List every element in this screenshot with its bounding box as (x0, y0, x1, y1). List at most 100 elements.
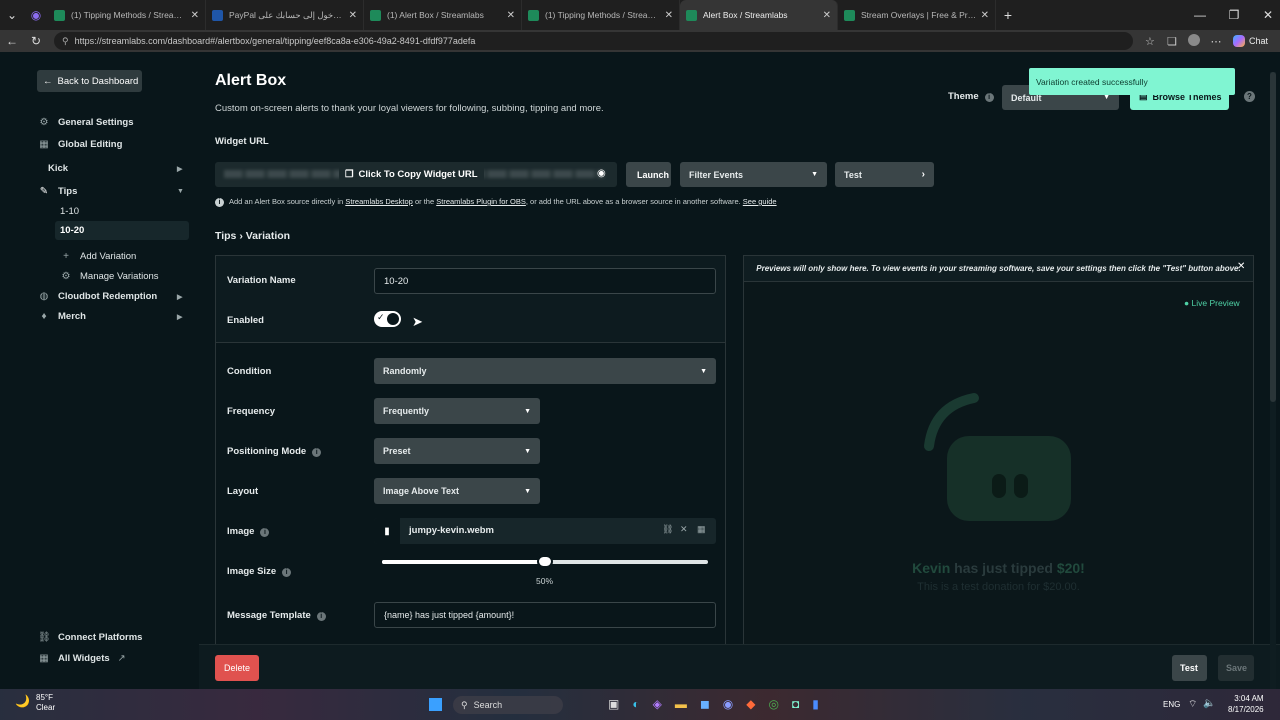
maximize-icon[interactable]: ❐ (1222, 8, 1246, 22)
widget-help-text: i Add an Alert Box source directly in Str… (215, 197, 777, 207)
task-view-icon[interactable]: ▣ (608, 697, 619, 711)
copilot-icon[interactable]: ◈ (653, 697, 662, 711)
link-icon[interactable]: ⛓ (662, 524, 673, 535)
back-to-dashboard-button[interactable]: ← Back to Dashboard (37, 70, 142, 92)
gallery-icon[interactable]: ▦ (697, 524, 706, 535)
close-tab-icon[interactable]: ✕ (981, 10, 989, 21)
sidebar-item-cloudbot[interactable]: ◍ Cloudbot Redemption ▶ (38, 291, 183, 302)
layout-select[interactable]: Image Above Text ▼ (374, 478, 540, 504)
brave-icon[interactable]: ◆ (746, 697, 755, 711)
taskbar-search[interactable]: ⚲ Search (453, 696, 563, 714)
browser-tab[interactable]: Stream Overlays | Free & Premium✕ (838, 0, 996, 30)
close-tab-icon[interactable]: ✕ (191, 10, 199, 21)
frequency-select[interactable]: Frequently ▼ (374, 398, 540, 424)
copilot-icon (1232, 35, 1245, 47)
remove-icon[interactable]: ✕ (680, 524, 688, 535)
image-size-slider[interactable] (382, 555, 708, 568)
browser-tab[interactable]: (1) Tipping Methods / Streamlabs ✕ (522, 0, 680, 30)
save-button[interactable]: Save (1218, 655, 1254, 681)
facebook-icon[interactable]: ▮ (812, 697, 819, 711)
frequency-label: Frequency (227, 406, 276, 417)
new-tab-icon[interactable]: + (996, 7, 1020, 23)
file-explorer-icon[interactable]: ▬ (675, 697, 687, 711)
windows-start-icon[interactable] (429, 698, 442, 711)
store-icon[interactable]: ◼ (700, 697, 710, 711)
sidebar-variation-1-10[interactable]: 1-10 (60, 206, 79, 217)
close-window-icon[interactable]: ✕ (1256, 8, 1280, 22)
collections-icon[interactable]: ❏ (1161, 35, 1183, 48)
connect-platforms-link[interactable]: ⛓ Connect Platforms (38, 632, 142, 643)
filter-events-select[interactable]: Filter Events ▼ (680, 162, 827, 187)
close-tab-icon[interactable]: ✕ (507, 10, 515, 21)
taskbar-apps: ▣ ◐ ◈ ▬ ◼ ◉ ◆ ◎ ◘ ▮ (608, 697, 819, 711)
edge-icon[interactable]: ◐ (632, 697, 639, 711)
file-icon[interactable]: ▮ (374, 518, 400, 544)
refresh-icon[interactable]: ↻ (24, 34, 48, 48)
positioning-mode-select[interactable]: Preset ▼ (374, 438, 540, 464)
tab-actions-icon[interactable]: ⌄ (0, 8, 24, 22)
see-guide-link[interactable]: See guide (743, 197, 777, 206)
grid-icon: ▦ (39, 139, 49, 150)
more-icon[interactable]: ⋯ (1205, 35, 1227, 48)
weather-widget[interactable]: 85°F Clear (36, 693, 55, 713)
browser-tab[interactable]: PayPal سجّل الدخول إلى حسابك على✕ (206, 0, 364, 30)
site-info-icon[interactable]: ⚲ (62, 36, 69, 47)
volume-icon[interactable]: 🔈 (1203, 698, 1215, 711)
streamlabs-icon[interactable]: ◘ (792, 697, 799, 711)
clock[interactable]: 3:04 AM 8/17/2026 (1228, 693, 1264, 715)
theme-label: Theme i (948, 91, 994, 102)
browser-tab[interactable]: (1) Alert Box / Streamlabs ✕ (364, 0, 522, 30)
browser-tab-active[interactable]: Alert Box / Streamlabs ✕ (680, 0, 838, 30)
variation-name-input[interactable]: 10-20 (374, 268, 716, 294)
chrome-icon[interactable]: ◎ (769, 697, 779, 711)
close-tab-icon[interactable]: ✕ (349, 10, 357, 21)
tab-favicon-icon (844, 9, 855, 21)
browser-tab[interactable]: (1) Tipping Methods / Streamlabs ✕ (48, 0, 206, 30)
all-widgets-link[interactable]: ▦ All Widgets ↗ (38, 653, 125, 664)
scrollbar-thumb[interactable] (1270, 72, 1276, 402)
test-button[interactable]: Test › (835, 162, 934, 187)
minimize-icon[interactable]: — (1188, 8, 1212, 22)
favorite-star-icon[interactable]: ☆ (1139, 35, 1161, 48)
delete-button[interactable]: Delete (215, 655, 259, 681)
tab-favicon-icon (212, 9, 223, 21)
copy-widget-url-button[interactable]: ❐ Click To Copy Widget URL (339, 162, 484, 187)
close-tab-icon[interactable]: ✕ (665, 10, 673, 21)
close-tab-icon[interactable]: ✕ (823, 10, 831, 21)
sidebar-item-global-editing[interactable]: ▦ Global Editing (38, 139, 122, 150)
discord-icon[interactable]: ◉ (723, 697, 733, 711)
scrollbar[interactable] (1270, 72, 1276, 692)
wifi-icon[interactable]: ⌔ (1188, 698, 1197, 711)
language-indicator[interactable]: ENG (1163, 700, 1180, 709)
sidebar-item-kick[interactable]: Kick ▶ (48, 163, 182, 174)
breadcrumb-tips[interactable]: Tips (215, 230, 236, 242)
workspace-icon[interactable]: ◉ (24, 8, 48, 22)
back-icon[interactable]: ← (0, 34, 24, 48)
sidebar-item-merch[interactable]: ♦ Merch ▶ (38, 311, 182, 322)
image-label: Image i (227, 526, 270, 537)
add-variation-button[interactable]: + Add Variation (60, 251, 136, 262)
widget-url-field[interactable]: ❐ Click To Copy Widget URL ◉ (215, 162, 617, 187)
test-footer-button[interactable]: Test (1172, 655, 1207, 681)
message-template-input[interactable]: {name} has just tipped {amount}! (374, 602, 716, 628)
manage-variations-button[interactable]: ⚙ Manage Variations (60, 271, 159, 282)
streamlabs-desktop-link[interactable]: Streamlabs Desktop (345, 197, 413, 206)
help-icon[interactable]: ? (1244, 91, 1255, 102)
close-icon[interactable]: ✕ (1237, 261, 1245, 272)
sidebar-item-general-settings[interactable]: ⚙ General Settings (38, 117, 134, 128)
enabled-toggle[interactable]: ✓ (374, 311, 401, 327)
copilot-chat-button[interactable]: Chat (1232, 35, 1268, 47)
eye-icon[interactable]: ◉ (597, 168, 606, 179)
sidebar-item-tips[interactable]: ✎ Tips ▼ (38, 186, 184, 197)
image-field[interactable]: ▮ jumpy-kevin.webm ⛓ ✕ ▦ (374, 518, 716, 544)
condition-select[interactable]: Randomly ▼ (374, 358, 716, 384)
copy-icon: ❐ (345, 169, 354, 180)
profile-avatar[interactable] (1183, 33, 1205, 49)
sidebar-variation-10-20[interactable]: 10-20 (55, 221, 189, 240)
launch-button[interactable]: Launch (626, 162, 671, 187)
image-filename: jumpy-kevin.webm (409, 525, 494, 536)
slider-handle[interactable] (537, 555, 553, 568)
enabled-label: Enabled (227, 315, 264, 326)
obs-plugin-link[interactable]: Streamlabs Plugin for OBS (436, 197, 526, 206)
url-field[interactable]: ⚲ https://streamlabs.com/dashboard#/alert… (54, 32, 1133, 50)
